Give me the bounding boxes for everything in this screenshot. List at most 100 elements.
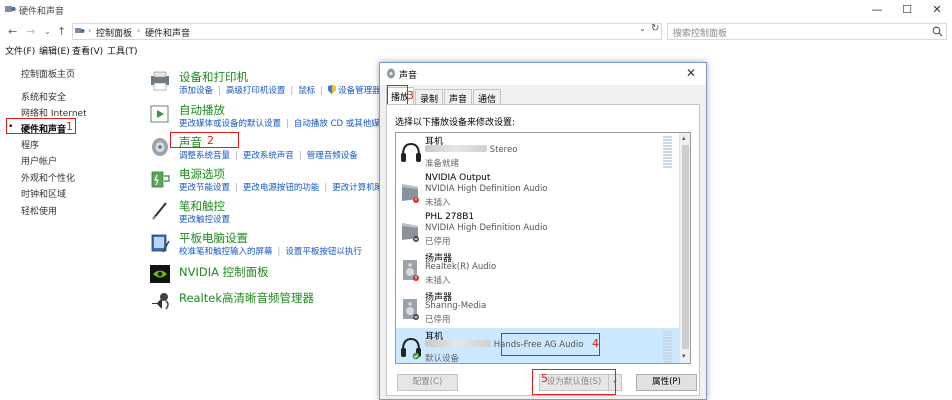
headphones-icon: [401, 142, 421, 162]
sidebar-item-programs[interactable]: 程序: [21, 138, 39, 151]
device-status: 默认设备: [425, 354, 460, 364]
link-add-device[interactable]: 添加设备: [179, 86, 213, 96]
address-field[interactable]: › 控制面板 › 硬件和声音: [72, 23, 662, 40]
device-description: Stereo: [425, 145, 517, 155]
hardware-sound-icon: [5, 6, 16, 12]
forward-button[interactable]: →: [26, 25, 35, 38]
dialog-close-button[interactable]: ✕: [686, 66, 696, 80]
link-power-button[interactable]: 更改电源按钮的功能: [243, 183, 320, 193]
menu-bar: 文件(F) 编辑(E) 查看(V) 工具(T): [0, 44, 952, 58]
tablet-icon: [151, 234, 170, 253]
breadcrumb-separator: ›: [137, 26, 141, 35]
link-mouse[interactable]: 鼠标: [298, 86, 315, 96]
menu-file[interactable]: 文件(F): [5, 44, 35, 57]
close-button[interactable]: ✕: [922, 2, 952, 18]
menu-view[interactable]: 查看(V): [72, 44, 103, 57]
address-dropdown-button[interactable]: ⌄: [639, 24, 646, 33]
link-change-sounds[interactable]: 更改系统声音: [243, 151, 294, 161]
window-titlebar: 硬件和声音 — ☐ ✕: [0, 0, 952, 20]
annotation-5: 5: [541, 372, 548, 385]
volume-level-meter: [663, 331, 672, 363]
annotation-box-2: [170, 132, 239, 148]
annotation-2: 2: [207, 134, 214, 147]
list-item[interactable]: 扬声器 Realtek(R) Audio 未插入: [396, 250, 679, 289]
up-button[interactable]: ↑: [57, 25, 66, 38]
device-list-scrollbar[interactable]: ▴ ▾: [679, 133, 690, 363]
device-description: NVIDIA High Definition Audio: [425, 184, 548, 194]
tab-sounds[interactable]: 声音: [444, 89, 473, 105]
sidebar-item-ease-of-access[interactable]: 轻松使用: [21, 204, 57, 217]
link-touch-settings[interactable]: 更改触控设置: [179, 215, 230, 225]
list-item[interactable]: 扬声器 Sharing-Media 已停用: [396, 289, 679, 328]
monitor-icon: [402, 223, 419, 242]
annotation-box-4: [501, 333, 600, 356]
sidebar-item-clock-region[interactable]: 时钟和区域: [21, 187, 66, 200]
scroll-down-arrow[interactable]: ▾: [682, 352, 686, 360]
link-device-manager[interactable]: 设备管理器: [338, 86, 381, 96]
device-name: PHL 278B1: [425, 212, 475, 222]
back-button[interactable]: ←: [8, 25, 17, 38]
sidebar-item-appearance[interactable]: 外观和个性化: [21, 171, 75, 184]
category-power-options[interactable]: 电源选项: [179, 166, 225, 182]
link-advanced-printer[interactable]: 高级打印机设置: [226, 86, 286, 96]
tab-recording[interactable]: 录制: [415, 89, 444, 105]
annotation-4: 4: [592, 337, 599, 350]
search-input[interactable]: 搜索控制面板: [667, 23, 947, 40]
scroll-up-arrow[interactable]: ▴: [682, 134, 686, 142]
category-sound-links: 调整系统音量 | 更改系统声音 | 管理音频设备: [179, 151, 358, 161]
category-nvidia[interactable]: NVIDIA 控制面板: [179, 264, 269, 280]
playback-device-list[interactable]: 耳机 Stereo 准备就绪 NVIDIA Output NVIDIA High…: [395, 132, 691, 364]
link-adjust-volume[interactable]: 调整系统音量: [179, 151, 230, 161]
speaker-icon: [152, 138, 168, 156]
scroll-thumb[interactable]: [682, 145, 689, 349]
breadcrumb-control-panel[interactable]: 控制面板: [96, 26, 132, 39]
properties-button[interactable]: 属性(P): [636, 374, 697, 391]
device-status: 未插入: [425, 276, 451, 286]
window-title: 硬件和声音: [19, 7, 65, 17]
category-pen-links: 更改触控设置: [179, 213, 230, 225]
category-tablet-links: 校准笔和触控输入的屏幕 | 设置平板按钮以执行: [179, 247, 362, 257]
category-power-links: 更改节能设置 | 更改电源按钮的功能 | 更改计算机睡眠: [179, 183, 392, 193]
category-realtek[interactable]: Realtek高清晰音频管理器: [179, 290, 314, 306]
category-autoplay[interactable]: 自动播放: [179, 102, 225, 118]
sidebar-item-system-security[interactable]: 系统和安全: [21, 90, 66, 103]
device-description: Sharing-Media: [425, 301, 487, 311]
playback-tab-panel: 选择以下播放设备来修改设置: 耳机 Stereo 准备就绪 NVIDIA Out…: [386, 104, 700, 396]
headphones-icon: [401, 337, 421, 360]
minimize-button[interactable]: —: [862, 2, 892, 18]
address-toolbar: ← → ⌄ ↑ › 控制面板 › 硬件和声音 ⌄ ↻ 搜索控制面板: [0, 20, 952, 44]
category-tablet-settings[interactable]: 平板电脑设置: [179, 230, 248, 246]
link-media-defaults[interactable]: 更改媒体或设备的默认设置: [179, 119, 281, 129]
category-pen-touch[interactable]: 笔和触控: [179, 198, 225, 214]
dialog-title: 声音: [399, 71, 418, 81]
link-tablet-buttons[interactable]: 设置平板按钮以执行: [285, 247, 362, 257]
device-status: 未插入: [425, 198, 451, 208]
sidebar-item-home[interactable]: 控制面板主页: [21, 67, 75, 80]
category-autoplay-links: 更改媒体或设备的默认设置 | 自动播放 CD 或其他媒体: [179, 119, 389, 129]
list-item[interactable]: NVIDIA Output NVIDIA High Definition Aud…: [396, 172, 679, 211]
speaker-icon: [403, 299, 419, 320]
power-options-icon: [151, 171, 170, 188]
annotation-3: 3: [407, 89, 414, 102]
category-devices-printers[interactable]: 设备和打印机: [179, 69, 248, 85]
breadcrumb-hardware-sound[interactable]: 硬件和声音: [145, 26, 190, 39]
autoplay-icon: [150, 105, 169, 123]
device-description: Realtek(R) Audio: [425, 262, 497, 272]
refresh-button[interactable]: ↻: [651, 23, 659, 34]
configure-button[interactable]: 配置(C): [397, 374, 458, 391]
nvidia-icon: [150, 265, 170, 283]
redacted-text: [425, 145, 487, 152]
recent-locations-button[interactable]: ⌄: [44, 27, 51, 36]
link-autoplay-cd[interactable]: 自动播放 CD 或其他媒体: [294, 119, 388, 129]
list-item[interactable]: PHL 278B1 NVIDIA High Definition Audio 已…: [396, 211, 679, 250]
control-panel-icon: [75, 28, 85, 33]
sidebar-item-user-accounts[interactable]: 用户帐户: [21, 154, 57, 167]
link-manage-audio[interactable]: 管理音频设备: [307, 151, 358, 161]
maximize-button[interactable]: ☐: [892, 2, 922, 18]
menu-tools[interactable]: 工具(T): [107, 44, 138, 57]
link-calibrate-screen[interactable]: 校准笔和触控输入的屏幕: [179, 247, 273, 257]
link-power-saving[interactable]: 更改节能设置: [179, 183, 230, 193]
list-item[interactable]: 耳机 Stereo 准备就绪: [396, 133, 679, 172]
menu-edit[interactable]: 编辑(E): [39, 44, 70, 57]
tab-communications[interactable]: 通信: [473, 89, 502, 105]
